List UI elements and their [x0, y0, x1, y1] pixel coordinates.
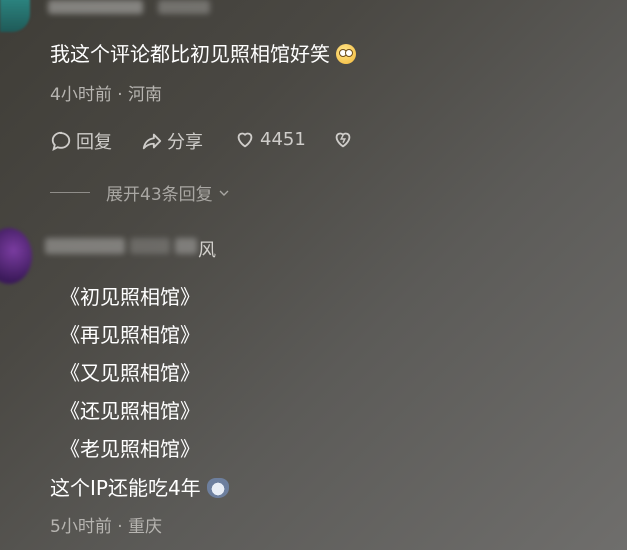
username-blurred[interactable] [48, 0, 143, 14]
chevron-down-icon [219, 190, 229, 196]
comment-meta: 5小时前 · 重庆 [50, 517, 163, 537]
comment-line: 《老见照相馆》 [60, 437, 200, 461]
comment-text: 我这个评论都比初见照相馆好笑 [50, 41, 356, 67]
avatar[interactable] [0, 0, 30, 32]
like-button[interactable]: 4451 [234, 128, 306, 150]
comment-line: 《再见照相馆》 [60, 323, 200, 347]
comment-text-content: 我这个评论都比初见照相馆好笑 [50, 42, 330, 66]
cat-emoji-icon [206, 478, 229, 498]
dislike-button[interactable] [332, 128, 358, 150]
share-label: 分享 [167, 132, 203, 153]
comment-bubble-icon [51, 131, 71, 151]
heart-icon [237, 132, 253, 148]
expand-replies-label: 展开43条回复 [106, 185, 213, 205]
comment-line: 《还见照相馆》 [60, 399, 200, 423]
share-icon [142, 133, 162, 150]
divider-line [50, 192, 90, 193]
username-blurred-secondary [130, 238, 170, 254]
username-blurred-tertiary [175, 238, 197, 254]
reply-button[interactable]: 回复 [50, 128, 112, 154]
share-button[interactable]: 分享 [141, 128, 203, 154]
comment-meta: 4小时前 · 河南 [50, 85, 163, 105]
avatar[interactable] [0, 228, 32, 284]
username-visible-part[interactable]: 风 [198, 236, 216, 262]
expand-replies-button[interactable]: 展开43条回复 [50, 180, 232, 205]
rolling-eyes-emoji-icon [336, 44, 356, 64]
comment-last-line: 这个IP还能吃4年 [50, 475, 229, 501]
comment-line: 《初见照相馆》 [60, 285, 200, 309]
reply-label: 回复 [76, 132, 112, 153]
like-count: 4451 [260, 128, 306, 150]
comment-line: 《又见照相馆》 [60, 361, 200, 385]
broken-heart-icon [335, 132, 351, 148]
comment-last-line-text: 这个IP还能吃4年 [50, 476, 201, 500]
username-blurred-secondary [158, 0, 210, 14]
username-blurred[interactable] [45, 238, 125, 254]
